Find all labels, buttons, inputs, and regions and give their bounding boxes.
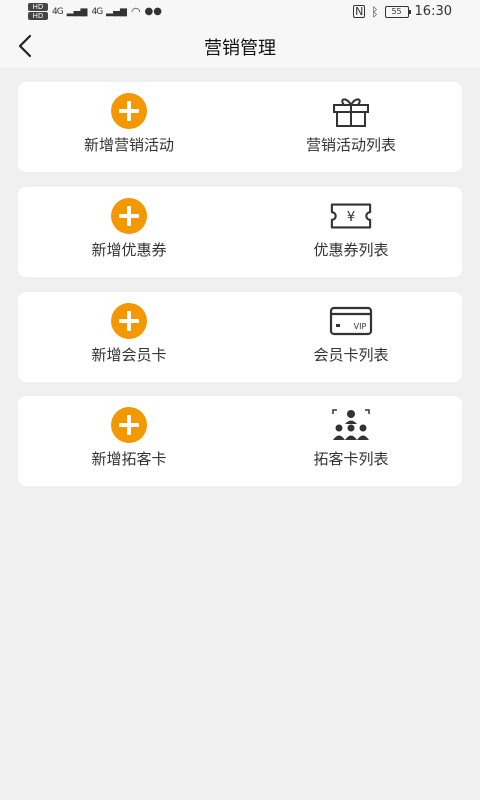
customer-card-list-button[interactable]: 拓客卡列表: [240, 396, 462, 486]
card-marketing-activity: 新增营销活动 营销活动列表: [18, 82, 462, 172]
coupon-yen-text: ¥: [347, 210, 356, 225]
vip-card-icon: VIP: [329, 304, 373, 338]
page-title: 营销管理: [204, 38, 276, 59]
hd-badge-1: HD: [28, 3, 48, 11]
card-coupon: 新增优惠券 ¥ 优惠券列表: [18, 187, 462, 277]
coupon-ticket-icon: ¥: [329, 199, 373, 233]
add-coupon-button[interactable]: 新增优惠券: [18, 187, 240, 277]
people-group-icon: [329, 408, 373, 442]
status-bar: HD HD 4G ▂▄▆ 4G ▂▄▆ ◠ ●● N ᛒ 55 16:30: [0, 0, 480, 24]
marketing-activity-list-button[interactable]: 营销活动列表: [240, 82, 462, 172]
back-button[interactable]: [12, 30, 44, 62]
marketing-activity-list-label: 营销活动列表: [305, 136, 396, 154]
bluetooth-icon: ᛒ: [371, 4, 379, 19]
member-card-list-button[interactable]: VIP 会员卡列表: [240, 292, 462, 382]
nav-bar: 营销管理: [0, 24, 480, 69]
add-member-card-label: 新增会员卡: [91, 346, 167, 364]
signal-bars-icon: ▂▄▆: [66, 6, 88, 17]
add-marketing-activity-button[interactable]: 新增营销活动: [18, 82, 240, 172]
battery-icon: 55: [384, 5, 411, 18]
vip-card-text: VIP: [354, 322, 367, 331]
add-customer-card-label: 新增拓客卡: [91, 450, 167, 468]
status-right: N ᛒ 55 16:30: [353, 4, 452, 19]
gift-icon: [329, 94, 373, 128]
wechat-icon: ●●: [144, 6, 162, 17]
plus-circle-icon: [107, 407, 151, 443]
coupon-list-label: 优惠券列表: [313, 241, 389, 259]
hd-badges: HD HD: [28, 3, 48, 20]
hd-badge-2: HD: [28, 12, 48, 20]
clock: 16:30: [414, 4, 452, 19]
signal-2: 4G: [91, 6, 103, 17]
card-customer-card: 新增拓客卡 拓客卡列表: [18, 396, 462, 486]
coupon-list-button[interactable]: ¥ 优惠券列表: [240, 187, 462, 277]
add-customer-card-button[interactable]: 新增拓客卡: [18, 396, 240, 486]
add-coupon-label: 新增优惠券: [91, 241, 167, 259]
signal-1: 4G: [52, 6, 64, 17]
card-member-card: 新增会员卡 VIP 会员卡列表: [18, 292, 462, 382]
signal-bars-icon: ▂▄▆: [106, 6, 127, 17]
plus-circle-icon: [107, 303, 151, 339]
member-card-list-label: 会员卡列表: [313, 346, 389, 364]
add-member-card-button[interactable]: 新增会员卡: [18, 292, 240, 382]
plus-circle-icon: [107, 198, 151, 234]
back-arrow-icon: [18, 34, 32, 58]
add-marketing-activity-label: 新增营销活动: [83, 136, 174, 154]
nfc-icon: N: [353, 5, 366, 18]
wifi-icon: ◠: [130, 5, 141, 18]
plus-circle-icon: [107, 93, 151, 129]
customer-card-list-label: 拓客卡列表: [313, 450, 389, 468]
status-left: HD HD 4G ▂▄▆ 4G ▂▄▆ ◠ ●●: [28, 3, 162, 20]
